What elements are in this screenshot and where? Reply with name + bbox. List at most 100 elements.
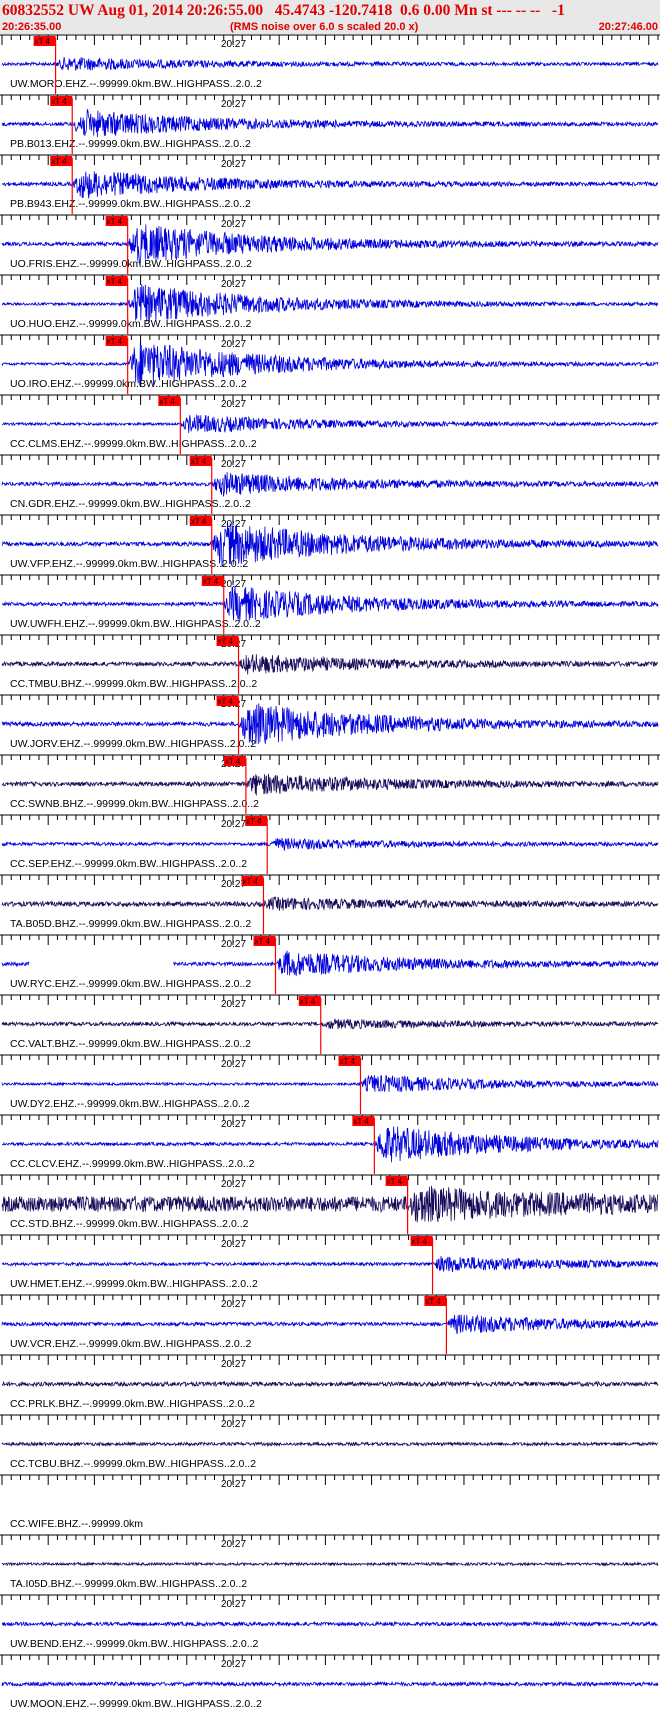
station-label: UW.JORV.EHZ.--.99999.0km.BW..HIGHPASS..2… [10, 738, 256, 750]
station-label: UW.RYC.EHZ.--.99999.0km.BW..HIGHPASS..2.… [10, 978, 251, 990]
pick-label: xT 4 [353, 1117, 369, 1126]
pick-label: xT 4 [107, 277, 123, 286]
event-header: 60832552 UW Aug 01, 2014 20:26:55.00 45.… [0, 0, 660, 34]
station-label: CC.WIFE.BHZ.--.99999.0km [10, 1518, 143, 1530]
station-label: CN.GDR.EHZ.--.99999.0km.BW..HIGHPASS..2.… [10, 498, 251, 510]
minute-label: 20:27 [221, 1659, 246, 1670]
station-label: CC.STD.BHZ.--.99999.0km.BW..HIGHPASS..2.… [10, 1218, 249, 1230]
minute-label: 20:27 [221, 1239, 246, 1250]
trace-row: 20:27CC.SWNB.BHZ.--.99999.0km.BW..HIGHPA… [0, 754, 660, 814]
pick-label: xT 4 [300, 997, 316, 1006]
pick-label: xT 4 [107, 217, 123, 226]
station-label: PB.B943.EHZ.--.99999.0km.BW..HIGHPASS..2… [10, 198, 251, 210]
waveform [1, 896, 659, 911]
station-label: UO.HUO.EHZ.--.99999.0km.BW..HIGHPASS..2.… [10, 318, 252, 330]
minute-label: 20:27 [221, 1599, 246, 1610]
station-label: PB.B013.EHZ.--.99999.0km.BW..HIGHPASS..2… [10, 138, 251, 150]
seismogram-plot: 20:27 UW.MORO.EHZ.--.99999.0km.BW..HIGHPA… [0, 34, 660, 1710]
waveform [1, 1126, 659, 1163]
pick-label: xT 4 [107, 337, 123, 346]
waveform [1, 950, 659, 977]
trace-row: 20:27 CC.SEP.EHZ.--.99999.0km.BW..HIGHPAS… [0, 814, 660, 874]
minute-label: 20:27 [221, 279, 246, 290]
minute-label: 20:27 [221, 1179, 246, 1190]
trace-row: 20:27 UO.FRIS.EHZ.--.99999.0km.BW..HIGHPA… [0, 214, 660, 274]
waveform [1, 653, 659, 675]
start-time: 20:26:35.00 [2, 21, 62, 33]
minute-label: 20:27 [221, 39, 246, 50]
pick-label: xT 4 [425, 1297, 441, 1306]
trace-row: 20:27CC.TMBU.BHZ.--.99999.0km.BW..HIGHPA… [0, 634, 660, 694]
station-label: TA.B05D.BHZ.--.99999.0km.BW..HIGHPASS..2… [10, 918, 251, 930]
waveform [1, 1380, 659, 1388]
minute-label: 20:27 [221, 579, 246, 590]
pick-label: xT 4 [51, 97, 67, 106]
pick-label: xT 4 [203, 577, 219, 586]
station-label: UW.MORO.EHZ.--.99999.0km.BW..HIGHPASS..2… [10, 78, 262, 90]
pick-label: xT 4 [159, 397, 175, 406]
station-label: CC.TMBU.BHZ.--.99999.0km.BW..HIGHPASS..2… [10, 678, 257, 690]
pick-label: xT 4 [246, 817, 262, 826]
trace-row: 20:27 UW.BEND.EHZ.--.99999.0km.BW..HIGHPA… [0, 1594, 660, 1650]
minute-label: 20:27 [221, 519, 246, 530]
pick-label: xT 4 [218, 697, 234, 706]
station-label: CC.CLMS.EHZ.--.99999.0km.BW..HIGHPASS..2… [10, 438, 257, 450]
waveform [1, 413, 659, 434]
station-label: UW.DY2.EHZ.--.99999.0km.BW..HIGHPASS..2.… [10, 1098, 250, 1110]
trace-row: 20:27 UW.HMET.EHZ.--.99999.0km.BW..HIGHPA… [0, 1234, 660, 1294]
minute-label: 20:27 [221, 339, 246, 350]
waveform [1, 56, 659, 71]
pick-label: xT 4 [191, 517, 207, 526]
noise-note: (RMS noise over 6.0 s scaled 20.0 x) [230, 21, 419, 33]
station-label: UW.MOON.EHZ.--.99999.0km.BW..HIGHPASS..2… [10, 1698, 262, 1710]
pick-label: xT 4 [387, 1177, 403, 1186]
pick-label: xT 4 [339, 1057, 355, 1066]
minute-label: 20:27 [221, 1539, 246, 1550]
minute-label: 20:27 [221, 999, 246, 1010]
waveform [1, 108, 659, 138]
pick-label: xT 4 [225, 757, 241, 766]
trace-row: 20:27TA.B05D.BHZ.--.99999.0km.BW..HIGHPA… [0, 874, 660, 934]
waveform [1, 1314, 659, 1335]
pick-label: xT 4 [35, 37, 51, 46]
waveform [1, 1680, 659, 1688]
minute-label: 20:27 [221, 1359, 246, 1370]
waveform [1, 837, 659, 852]
station-label: CC.SWNB.BHZ.--.99999.0km.BW..HIGHPASS..2… [10, 798, 259, 810]
trace-row: 20:27 CC.WIFE.BHZ.--.99999.0km [0, 1474, 660, 1530]
pick-label: xT 4 [191, 457, 207, 466]
trace-row: 20:27 CC.TCBU.BHZ.--.99999.0km.BW..HIGHPA… [0, 1414, 660, 1470]
waveform [1, 472, 659, 497]
trace-row: 20:27 UW.MOON.EHZ.--.99999.0km.BW..HIGHPA… [0, 1654, 660, 1710]
minute-label: 20:27 [221, 819, 246, 830]
trace-row: 20:27 CC.CLCV.EHZ.--.99999.0km.BW..HIGHPA… [0, 1114, 660, 1174]
trace-row: 20:27 CC.VALT.BHZ.--.99999.0km.BW..HIGHPA… [0, 994, 660, 1054]
trace-row: 20:27 TA.I05D.BHZ.--.99999.0km.BW..HIGHPA… [0, 1534, 660, 1590]
trace-row: 20:27 UW.VFP.EHZ.--.99999.0km.BW..HIGHPAS… [0, 514, 660, 574]
waveform [1, 773, 659, 796]
minute-label: 20:27 [221, 159, 246, 170]
trace-row: 20:27 PB.B013.EHZ.--.99999.0km.BW..HIGHPA… [0, 94, 660, 154]
station-label: CC.VALT.BHZ.--.99999.0km.BW..HIGHPASS..2… [10, 1038, 251, 1050]
end-time: 20:27:46.00 [598, 21, 658, 33]
station-label: CC.PRLK.BHZ.--.99999.0km.BW..HIGHPASS..2… [10, 1398, 255, 1410]
station-label: CC.SEP.EHZ.--.99999.0km.BW..HIGHPASS..2.… [10, 858, 247, 870]
trace-row: 20:27 CC.CLMS.EHZ.--.99999.0km.BW..HIGHPA… [0, 394, 660, 454]
minute-label: 20:27 [221, 1419, 246, 1430]
station-label: TA.I05D.BHZ.--.99999.0km.BW..HIGHPASS..2… [10, 1578, 247, 1590]
seismogram-page: 60832552 UW Aug 01, 2014 20:26:55.00 45.… [0, 0, 660, 1718]
waveform [1, 1018, 659, 1030]
pick-label: xT 4 [242, 877, 258, 886]
trace-row: 20:27UW.JORV.EHZ.--.99999.0km.BW..HIGHPA… [0, 694, 660, 754]
station-label: CC.TCBU.BHZ.--.99999.0km.BW..HIGHPASS..2… [10, 1458, 256, 1470]
trace-row: 20:27 UW.MORO.EHZ.--.99999.0km.BW..HIGHPA… [0, 34, 660, 94]
waveform [1, 1074, 659, 1092]
waveform [1, 1561, 659, 1567]
minute-label: 20:27 [221, 99, 246, 110]
minute-label: 20:27 [221, 219, 246, 230]
minute-label: 20:27 [221, 1479, 246, 1490]
minute-label: 20:27 [221, 1119, 246, 1130]
trace-row: 20:27 UO.IRO.EHZ.--.99999.0km.BW..HIGHPAS… [0, 334, 660, 394]
event-title: 60832552 UW Aug 01, 2014 20:26:55.00 45.… [2, 2, 565, 19]
pick-label: xT 4 [218, 637, 234, 646]
